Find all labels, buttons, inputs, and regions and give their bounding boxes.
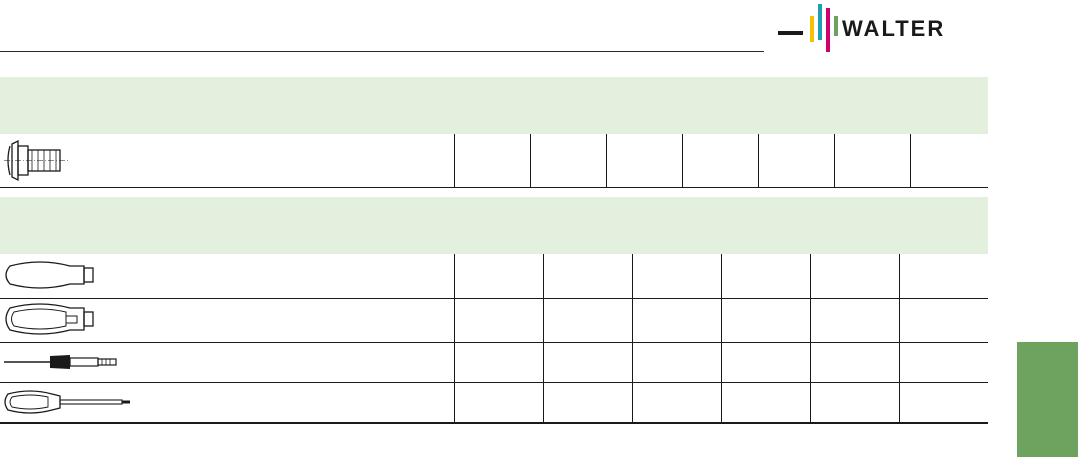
table-cell-divider xyxy=(834,134,835,187)
table-row-clamping-screw xyxy=(0,134,988,188)
table-cell-divider xyxy=(810,382,811,422)
table-cell-divider xyxy=(721,382,722,422)
table-row-torque-handle xyxy=(0,298,988,343)
table-cell-divider xyxy=(454,134,455,187)
table-row-screwdriver-blade xyxy=(0,342,988,383)
clamping-screw-icon xyxy=(4,139,70,182)
table-cell-divider xyxy=(682,134,683,187)
table-cell-divider xyxy=(721,298,722,342)
torque-screwdriver-handle-icon xyxy=(5,303,94,335)
table-cell-divider xyxy=(899,382,900,422)
side-tab-marker xyxy=(1017,342,1078,457)
brand-name: WALTER xyxy=(842,16,945,41)
table-cell-divider xyxy=(543,342,544,382)
table-cell-divider xyxy=(632,382,633,422)
walter-logo: WALTER xyxy=(778,4,945,52)
table-row-screwdriver-handle xyxy=(0,254,988,299)
table-cell-divider xyxy=(632,254,633,298)
table-cell-divider xyxy=(721,254,722,298)
table-cell-divider xyxy=(899,254,900,298)
screwdriver-blade-icon xyxy=(4,355,117,369)
table-cell-divider xyxy=(810,342,811,382)
table-cell-divider xyxy=(910,134,911,187)
section-header-clamping-screw xyxy=(0,77,988,134)
table-cell-divider xyxy=(810,254,811,298)
table-cell-divider xyxy=(899,342,900,382)
table-cell-divider xyxy=(810,298,811,342)
table-cell-divider xyxy=(543,382,544,422)
table-cell-divider xyxy=(543,298,544,342)
table-cell-divider xyxy=(454,382,455,422)
screwdriver-handle-icon xyxy=(5,261,94,289)
table-cell-divider xyxy=(632,298,633,342)
table-cell-divider xyxy=(758,134,759,187)
table-row-screwdriver xyxy=(0,382,988,424)
table-cell-divider xyxy=(454,298,455,342)
table-cell-divider xyxy=(721,342,722,382)
table-cell-divider xyxy=(606,134,607,187)
table-cell-divider xyxy=(454,342,455,382)
table-cell-divider xyxy=(899,298,900,342)
table-cell-divider xyxy=(454,254,455,298)
header-rule xyxy=(0,51,764,52)
table-cell-divider xyxy=(530,134,531,187)
screwdriver-icon xyxy=(4,390,130,414)
section-header-tools xyxy=(0,197,988,254)
table-cell-divider xyxy=(543,254,544,298)
table-cell-divider xyxy=(632,342,633,382)
